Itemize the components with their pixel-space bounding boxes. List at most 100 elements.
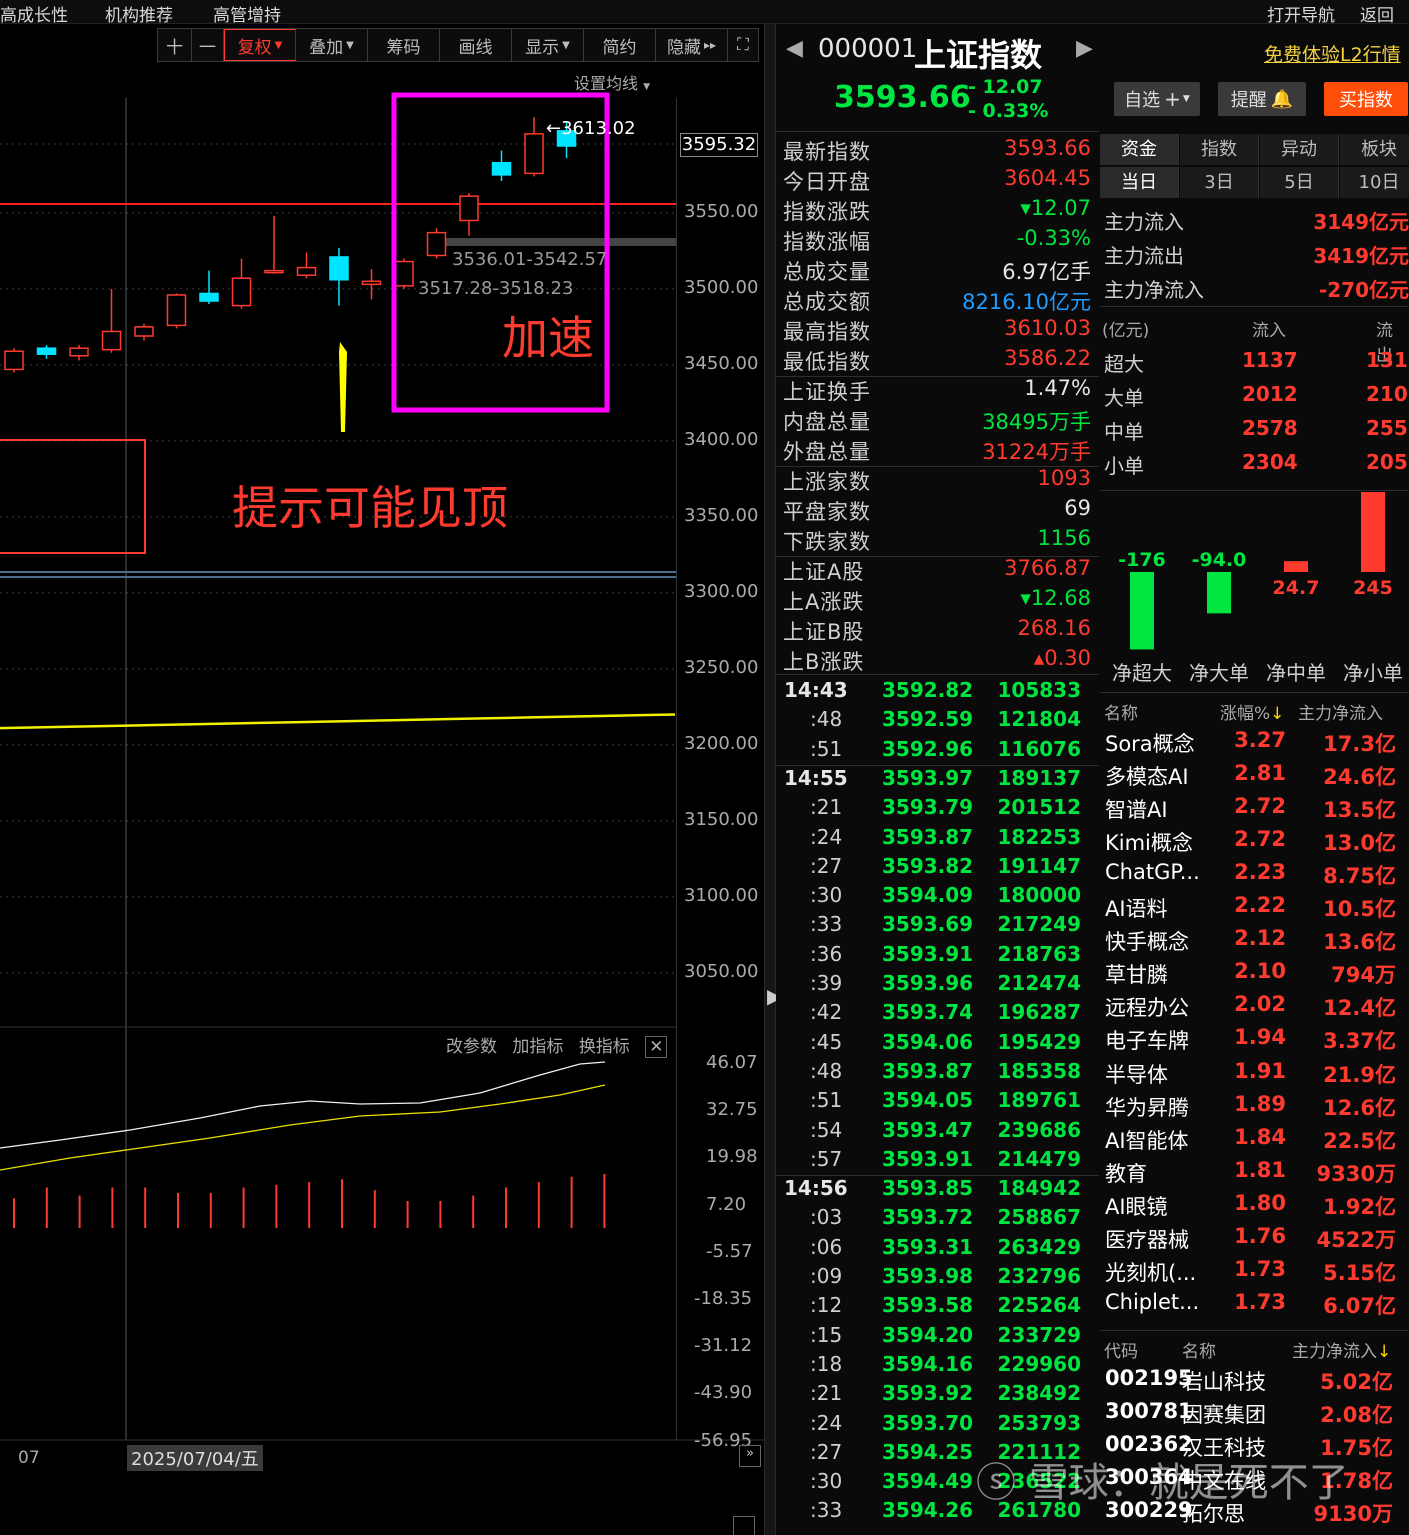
concept-name: 草甘膦 — [1105, 963, 1168, 988]
tick-row: :54 3593.47 239686 — [776, 1118, 1099, 1147]
alert-button[interactable]: 提醒 🔔 — [1218, 82, 1306, 116]
net-bar — [1130, 572, 1154, 650]
stat-value: 6.97亿手 — [1002, 260, 1091, 284]
concept-row[interactable]: 智谱AI 2.72 13.5亿 — [1104, 794, 1409, 827]
concept-row[interactable]: ChatGP... 2.23 8.75亿 — [1104, 860, 1409, 893]
concept-row[interactable]: AI智能体 1.84 22.5亿 — [1104, 1125, 1409, 1158]
net-bar — [1361, 492, 1385, 572]
stat-value: -0.33% — [1016, 226, 1091, 250]
watermark: ⓢ 雪球：就是死不了 — [976, 1450, 1349, 1508]
tick-time: :42 — [810, 1000, 843, 1025]
concept-row[interactable]: Chiplet... 1.73 6.07亿 — [1104, 1290, 1409, 1323]
edit-params-button[interactable]: 改参数 — [446, 1037, 497, 1057]
concept-row[interactable]: 华为昇腾 1.89 12.6亿 — [1104, 1092, 1409, 1125]
concept-row[interactable]: Kimi概念 2.72 13.0亿 — [1104, 827, 1409, 860]
buy-index-button[interactable]: 买指数 — [1324, 82, 1408, 116]
concept-name: 医疗器械 — [1105, 1227, 1189, 1252]
scroll-right-icon[interactable]: » — [739, 1445, 761, 1467]
price-tick-label: 3500.00 — [684, 276, 759, 298]
sort-desc-icon: ↓ — [1270, 704, 1285, 724]
order-out-value: 2059 — [1366, 450, 1409, 474]
tick-time: :51 — [810, 1088, 843, 1113]
watchlist-button[interactable]: 自选 + ▼ — [1114, 82, 1200, 116]
concept-name: 半导体 — [1105, 1062, 1168, 1087]
price-tick-label: 3200.00 — [684, 732, 759, 754]
concept-row[interactable]: 远程办公 2.02 12.4亿 — [1104, 992, 1409, 1025]
tick-price: 3593.87 — [882, 824, 974, 849]
stock-row[interactable]: 300781 因赛集团 2.08亿 — [1104, 1399, 1409, 1432]
order-out-value: 2106 — [1366, 382, 1409, 406]
main-flow-value: -270亿元 — [1318, 278, 1409, 302]
open-nav-link[interactable]: 打开导航 — [1267, 1, 1335, 26]
order-in-value: 2012 — [1242, 382, 1298, 406]
indicator-tick-label: 46.07 — [706, 1052, 758, 1073]
tick-row: :24 3593.70 253793 — [776, 1411, 1099, 1440]
top-box — [0, 439, 146, 554]
stat-row: 最低指数 3586.22 — [783, 346, 1093, 376]
concept-row[interactable]: AI语料 2.22 10.5亿 — [1104, 893, 1409, 926]
candle-body — [296, 266, 317, 276]
tick-price: 3594.06 — [882, 1029, 974, 1054]
concept-row[interactable]: 快手概念 2.12 13.6亿 — [1104, 926, 1409, 959]
candle-body — [199, 292, 219, 302]
stat-row: 总成交量 6.97亿手 — [783, 256, 1093, 286]
net-value: 24.7 — [1273, 577, 1320, 599]
concept-row[interactable]: 电子车牌 1.94 3.37亿 — [1104, 1025, 1409, 1058]
tick-price: 3594.49 — [882, 1469, 974, 1494]
stock-row[interactable]: 002195 岩山科技 5.02亿 — [1104, 1366, 1409, 1399]
order-size-label: 超大 — [1104, 352, 1144, 376]
prev-arrow-icon[interactable]: ◀ — [786, 36, 803, 61]
flow-tab[interactable]: 异动 — [1260, 134, 1339, 165]
splitter[interactable]: ▶ — [764, 24, 782, 1535]
period-tab[interactable]: 10日 — [1340, 167, 1409, 198]
flow-tab[interactable]: 资金 — [1100, 134, 1179, 165]
stat-label: 上证换手 — [783, 380, 871, 404]
concept-flow: 12.6亿 — [1323, 1095, 1396, 1120]
flow-tab[interactable]: 板块 — [1340, 134, 1409, 165]
concept-row[interactable]: 半导体 1.91 21.9亿 — [1104, 1059, 1409, 1092]
concept-row[interactable]: Sora概念 3.27 17.3亿 — [1104, 728, 1409, 761]
back-link[interactable]: 返回 — [1360, 1, 1394, 26]
next-arrow-icon[interactable]: ▶ — [1076, 36, 1093, 61]
l2-promo-link[interactable]: 免费体验L2行情 — [1264, 40, 1401, 67]
tick-time: 14:56 — [784, 1176, 848, 1201]
tick-volume: 253793 — [997, 1410, 1082, 1435]
net-label: 净超大 — [1112, 661, 1172, 685]
concept-row[interactable]: 医疗器械 1.76 4522万 — [1104, 1224, 1409, 1257]
concept-flow: 8.75亿 — [1323, 864, 1396, 889]
switch-indicator-button[interactable]: 换指标 — [579, 1037, 630, 1057]
stat-label: 最新指数 — [783, 140, 871, 164]
panel-toggle-icon[interactable] — [733, 1516, 755, 1535]
add-indicator-button[interactable]: 加指标 — [512, 1037, 563, 1057]
stat-label: 今日开盘 — [783, 170, 871, 194]
tick-price: 3593.87 — [882, 1058, 974, 1083]
stat-label: 总成交额 — [783, 290, 871, 314]
concept-row[interactable]: 草甘膦 2.10 794万 — [1104, 959, 1409, 992]
period-tab[interactable]: 当日 — [1100, 167, 1179, 198]
concept-row[interactable]: 光刻机(... 1.73 5.15亿 — [1104, 1257, 1409, 1290]
concept-row[interactable]: 教育 1.81 9330万 — [1104, 1158, 1409, 1191]
close-icon[interactable]: ✕ — [645, 1036, 668, 1058]
period-tab[interactable]: 5日 — [1260, 167, 1339, 198]
concept-head-pct[interactable]: 涨幅%↓ — [1220, 699, 1284, 724]
tick-volume: 184942 — [997, 1176, 1082, 1201]
concept-name: 华为昇腾 — [1105, 1095, 1189, 1120]
stock-head-flow[interactable]: 主力净流入↓ — [1292, 1337, 1391, 1362]
concept-pct: 2.10 — [1234, 959, 1286, 984]
order-in-value: 1137 — [1242, 348, 1298, 372]
flow-tab[interactable]: 指数 — [1180, 134, 1259, 165]
order-size-label: 中单 — [1104, 420, 1144, 444]
concept-pct: 1.73 — [1234, 1256, 1286, 1281]
tick-time: :21 — [810, 1381, 843, 1406]
concept-row[interactable]: AI眼镜 1.80 1.92亿 — [1104, 1191, 1409, 1224]
tick-row: :36 3593.91 218763 — [776, 942, 1099, 971]
period-tab[interactable]: 3日 — [1180, 167, 1259, 198]
order-in-value: 2578 — [1242, 416, 1298, 440]
tick-time: :48 — [810, 707, 843, 732]
tick-volume: 263429 — [997, 1234, 1082, 1259]
net-label: 净大单 — [1189, 661, 1249, 685]
tick-row: :33 3593.69 217249 — [776, 912, 1099, 941]
candle-body — [101, 330, 122, 351]
concept-row[interactable]: 多模态AI 2.81 24.6亿 — [1104, 761, 1409, 794]
alert-label: 提醒 — [1230, 90, 1267, 111]
